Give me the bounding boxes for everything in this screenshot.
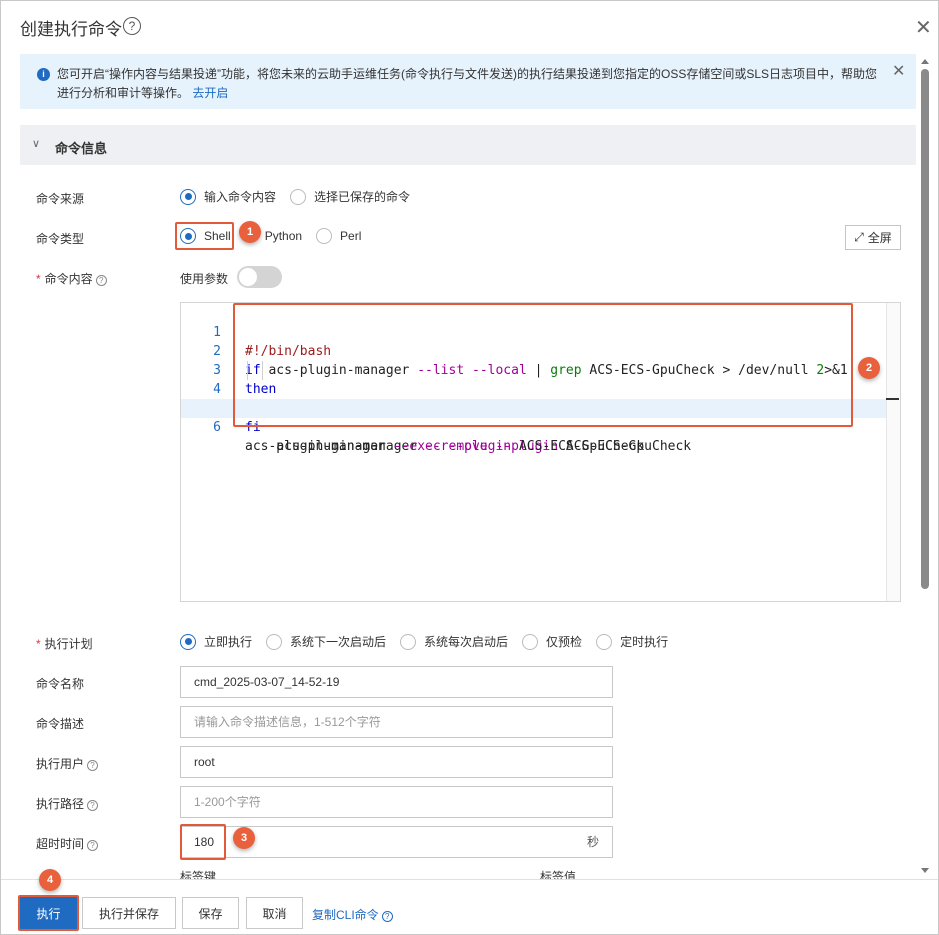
annotation-badge-3: 3 [233, 827, 255, 849]
command-source-label: 命令来源 [36, 192, 85, 206]
expand-icon: ⤢ [854, 230, 864, 244]
help-icon[interactable]: ? [87, 840, 99, 851]
scroll-down-arrow-icon[interactable] [921, 868, 929, 873]
dialog-body: i 您可开启“操作内容与结果投递”功能，将您未来的云助手运维任务(命令执行与文件… [1, 53, 938, 879]
timeout-label-text: 超时时间 [36, 837, 85, 851]
radio-indicator [522, 633, 539, 650]
notice-text: 您可开启“操作内容与结果投递”功能，将您未来的云助手运维任务(命令执行与文件发送… [57, 65, 887, 103]
line-number: 6 [213, 420, 221, 435]
execute-and-save-button[interactable]: 执行并保存 [82, 897, 176, 929]
notice-message: 您可开启“操作内容与结果投递”功能，将您未来的云助手运维任务(命令执行与文件发送… [57, 67, 878, 100]
exec-user-label: 执行用户? [36, 755, 99, 772]
required-asterisk: * [36, 637, 41, 651]
highlight-box-code [233, 303, 853, 427]
radio-precheck-only[interactable]: 仅预检 [522, 633, 582, 650]
radio-label: Perl [340, 229, 362, 243]
highlight-box-execute [18, 895, 79, 931]
radio-indicator [266, 633, 283, 650]
command-content-label-text: 命令内容 [44, 272, 93, 286]
dialog-footer: 执行 执行并保存 保存 取消 复制CLI命令? 4 [1, 869, 938, 934]
enable-delivery-link[interactable]: 去开启 [192, 86, 228, 100]
radio-indicator [290, 188, 307, 205]
highlight-box-timeout [180, 824, 226, 860]
close-icon[interactable]: ✕ [915, 15, 932, 40]
radio-python[interactable]: Python [265, 229, 302, 243]
radio-label: 选择已保存的命令 [314, 190, 411, 204]
create-command-dialog: 创建执行命令 ? ✕ i 您可开启“操作内容与结果投递”功能，将您未来的云助手运… [0, 0, 939, 935]
fullscreen-button[interactable]: ⤢ 全屏 [845, 225, 901, 250]
schedule-label-text: 执行计划 [44, 637, 93, 651]
copy-cli-label: 复制CLI命令 [312, 908, 379, 922]
radio-label: 立即执行 [204, 635, 253, 649]
section-title: 命令信息 [55, 141, 108, 156]
radio-indicator [596, 633, 613, 650]
radio-label: 定时执行 [620, 635, 669, 649]
help-circle-icon[interactable]: ? [123, 17, 141, 35]
tag-key-header: 标签键 [180, 870, 217, 879]
schedule-radio-group: 立即执行 系统下一次启动后 系统每次启动后 仅预检 定时执行 [180, 633, 682, 650]
command-name-label: 命令名称 [36, 677, 85, 691]
required-asterisk: * [36, 272, 41, 286]
tag-value-header: 标签值 [540, 870, 577, 879]
section-command-info[interactable]: ∨ 命令信息 [20, 125, 916, 165]
radio-label: Python [264, 229, 303, 243]
radio-perl[interactable]: Perl [316, 228, 361, 244]
radio-select-saved-command[interactable]: 选择已保存的命令 [290, 188, 410, 205]
radio-next-boot[interactable]: 系统下一次启动后 [266, 633, 386, 650]
radio-selected-indicator [180, 188, 196, 205]
command-description-label: 命令描述 [36, 717, 85, 731]
dialog-header: 创建执行命令 ? ✕ [1, 1, 938, 53]
annotation-badge-1: 1 [239, 221, 261, 243]
timeout-unit: 秒 [586, 835, 599, 849]
help-icon[interactable]: ? [381, 911, 393, 922]
use-parameters-label: 使用参数 [180, 272, 229, 286]
copy-cli-link[interactable]: 复制CLI命令? [312, 906, 393, 923]
notice-banner: i 您可开启“操作内容与结果投递”功能，将您未来的云助手运维任务(命令执行与文件… [20, 54, 916, 109]
radio-label: 输入命令内容 [204, 190, 277, 204]
help-icon[interactable]: ? [87, 760, 99, 771]
dialog-title: 创建执行命令 [20, 20, 122, 39]
notice-close-icon[interactable]: ✕ [892, 61, 905, 81]
chevron-down-icon: ∨ [32, 138, 41, 150]
toggle-knob [239, 268, 257, 286]
exec-user-input[interactable]: root [180, 746, 613, 778]
command-name-input[interactable]: cmd_2025-03-07_14-52-19 [180, 666, 613, 698]
exec-path-label: 执行路径? [36, 795, 99, 812]
radio-label: 仅预检 [546, 635, 583, 649]
radio-indicator [316, 228, 333, 244]
dialog-scrollbar[interactable] [918, 53, 932, 879]
radio-label: 系统下一次启动后 [290, 635, 387, 649]
use-parameters-toggle[interactable] [237, 266, 282, 288]
radio-label: 系统每次启动后 [424, 635, 509, 649]
editor-scrollbar[interactable] [886, 303, 900, 601]
info-icon: i [37, 68, 50, 81]
exec-user-label-text: 执行用户 [36, 757, 85, 771]
radio-every-boot[interactable]: 系统每次启动后 [400, 633, 508, 650]
command-content-label: * 命令内容? [36, 270, 107, 287]
command-type-label: 命令类型 [36, 232, 85, 246]
save-button[interactable]: 保存 [182, 897, 239, 929]
scroll-up-arrow-icon[interactable] [921, 59, 929, 64]
radio-scheduled[interactable]: 定时执行 [596, 633, 668, 650]
code-text: acs-plugin-manager --exec --plugin ACS-E… [245, 439, 645, 454]
exec-path-label-text: 执行路径 [36, 797, 85, 811]
fullscreen-label: 全屏 [867, 231, 892, 245]
schedule-label: * 执行计划 [36, 635, 93, 652]
radio-enter-command[interactable]: 输入命令内容 [180, 188, 276, 205]
radio-selected-indicator [180, 633, 196, 650]
command-description-input[interactable]: 请输入命令描述信息，1-512个字符 [180, 706, 613, 738]
radio-run-now[interactable]: 立即执行 [180, 633, 252, 650]
help-icon[interactable]: ? [95, 275, 107, 286]
annotation-badge-4: 4 [39, 869, 61, 891]
cancel-button[interactable]: 取消 [246, 897, 303, 929]
exec-path-input[interactable]: 1-200个字符 [180, 786, 613, 818]
scrollbar-thumb[interactable] [921, 69, 929, 589]
annotation-badge-2: 2 [858, 357, 880, 379]
command-source-radio-group: 输入命令内容 选择已保存的命令 [180, 188, 424, 205]
radio-indicator [400, 633, 417, 650]
timeout-label: 超时时间? [36, 835, 99, 852]
highlight-box-shell [175, 222, 234, 250]
editor-cursor-marker [886, 398, 899, 400]
help-icon[interactable]: ? [87, 800, 99, 811]
